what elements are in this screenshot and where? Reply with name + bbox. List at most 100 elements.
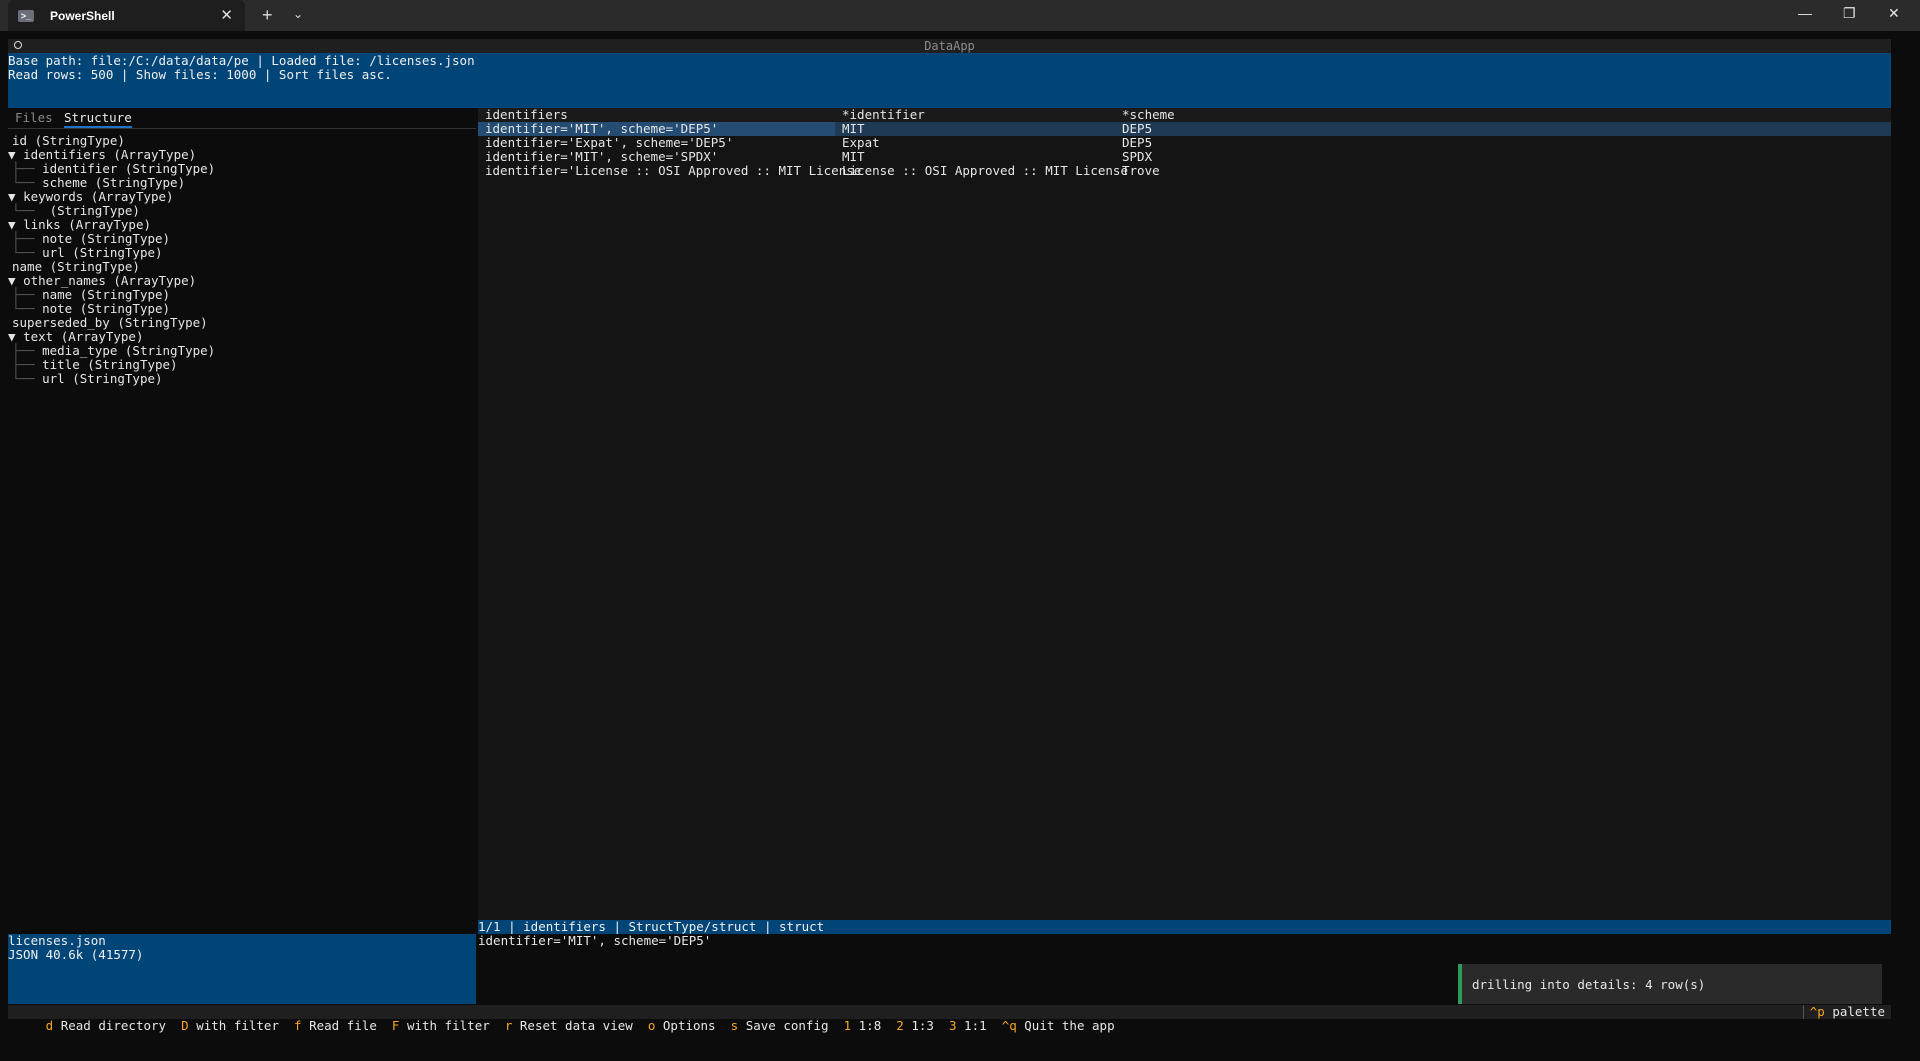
tree-node[interactable]: └── note (StringType) (8, 302, 215, 316)
tree-node[interactable]: ▼ links (ArrayType) (8, 218, 215, 232)
new-tab-button[interactable]: + (262, 5, 273, 26)
footer-key-binding[interactable]: F with filter (392, 1018, 490, 1033)
table-cell[interactable]: Expat (842, 136, 880, 150)
terminal-titlebar: >_ PowerShell ✕ + ⌄ — ❐ ✕ (0, 0, 1920, 31)
tab-dropdown-icon[interactable]: ⌄ (293, 7, 303, 21)
tree-node-label: (StringType) (42, 203, 140, 218)
table-cell[interactable]: identifier='Expat', scheme='DEP5' (478, 136, 835, 150)
tab-files[interactable]: Files (15, 110, 53, 125)
table-cell[interactable]: MIT (842, 150, 865, 164)
footer-key-binding[interactable]: ^q Quit the app (1002, 1018, 1115, 1033)
table-cell[interactable]: DEP5 (1122, 122, 1152, 136)
app-titlebar: DataApp (8, 39, 1891, 53)
tree-node-label: superseded_by (StringType) (12, 315, 208, 330)
tree-node[interactable]: ├── title (StringType) (8, 358, 215, 372)
tree-node[interactable]: └── url (StringType) (8, 246, 215, 260)
powershell-icon: >_ (18, 9, 34, 22)
footer-key-binding[interactable]: 2 1:3 (896, 1018, 934, 1033)
tree-node-label: note (StringType) (42, 231, 171, 246)
tree-node[interactable]: ▼ other_names (ArrayType) (8, 274, 215, 288)
minimize-button[interactable]: — (1798, 5, 1812, 21)
close-window-button[interactable]: ✕ (1888, 5, 1900, 22)
file-info-panel: licenses.json JSON 40.6k (41577) (8, 934, 476, 1004)
table-row[interactable]: identifier='Expat', scheme='DEP5' Expat DE… (478, 136, 1891, 150)
tree-node[interactable]: └── (StringType) (8, 204, 215, 218)
footer-key-binding[interactable]: d Read directory (46, 1018, 166, 1033)
tree-node[interactable]: ├── note (StringType) (8, 232, 215, 246)
table-row[interactable]: identifier='License :: OSI Approved :: M… (478, 164, 1891, 178)
column-header[interactable]: identifiers (485, 108, 568, 122)
tree-node[interactable]: └── scheme (StringType) (8, 176, 215, 190)
tree-node[interactable]: superseded_by (StringType) (8, 316, 215, 330)
tree-node[interactable]: name (StringType) (8, 260, 215, 274)
tab-close-icon[interactable]: ✕ (220, 6, 233, 24)
tree-branch: ├── (12, 161, 43, 176)
left-tabs: Files Structure (8, 108, 476, 129)
expand-arrow-icon: ▼ (8, 329, 24, 344)
tree-node[interactable]: ▼ text (ArrayType) (8, 330, 215, 344)
footer-key-binding[interactable]: D with filter (181, 1018, 279, 1033)
data-grid: identifiers *identifier *scheme identifi… (478, 108, 1891, 934)
table-row[interactable]: identifier='MIT', scheme='DEP5' MIT DEP5 (478, 122, 1891, 136)
table-cell[interactable]: Trove (1122, 164, 1160, 178)
tree-branch: ├── (12, 357, 43, 372)
footer-key-binding[interactable]: f Read file (294, 1018, 377, 1033)
command-palette-shortcut[interactable]: ^p palette (1802, 1005, 1885, 1019)
data-app: DataApp Base path: file:/C:/data/data/pe… (8, 39, 1891, 1033)
structure-tree: id (StringType) ▼ identifiers (ArrayType)… (8, 134, 215, 386)
column-header[interactable]: *scheme (1122, 108, 1175, 122)
tree-node[interactable]: ├── media_type (StringType) (8, 344, 215, 358)
table-cell[interactable]: identifier='License :: OSI Approved :: M… (478, 164, 861, 178)
maximize-button[interactable]: ❐ (1843, 5, 1856, 22)
tree-node-label: media_type (StringType) (42, 343, 216, 358)
tree-node[interactable]: ├── name (StringType) (8, 288, 215, 302)
notification-toast: drilling into details: 4 row(s) (1458, 964, 1882, 1004)
table-cell[interactable]: License :: OSI Approved :: MIT License (842, 164, 1128, 178)
tree-node-label: scheme (StringType) (42, 175, 186, 190)
tab-title: PowerShell (50, 8, 115, 23)
footer-key-binding[interactable]: s Save config (731, 1018, 829, 1033)
tree-branch: └── (12, 175, 43, 190)
tree-branch: ├── (12, 287, 43, 302)
file-name: licenses.json (8, 933, 106, 948)
tree-node-label: name (StringType) (12, 259, 140, 274)
tree-branch: ├── (12, 231, 43, 246)
tree-node[interactable]: ▼ keywords (ArrayType) (8, 190, 215, 204)
tree-node-label: name (StringType) (42, 287, 171, 302)
tree-node-label: note (StringType) (42, 301, 171, 316)
table-cell[interactable]: identifier='MIT', scheme='SPDX' (478, 150, 835, 164)
app-title: DataApp (924, 39, 975, 53)
footer-key-binding[interactable]: 3 1:1 (949, 1018, 987, 1033)
tree-node[interactable]: id (StringType) (8, 134, 215, 148)
tree-node-label: url (StringType) (42, 371, 163, 386)
expand-arrow-icon: ▼ (8, 273, 24, 288)
header-line-2: Read rows: 500 | Show files: 1000 | Sort… (8, 67, 392, 82)
header-line-1: Base path: file:/C:/data/data/pe | Loade… (8, 53, 475, 68)
tree-node[interactable]: ▼ identifiers (ArrayType) (8, 148, 215, 162)
tree-branch: └── (12, 245, 43, 260)
tab-structure[interactable]: Structure (64, 110, 132, 128)
tree-node-label: links (ArrayType) (23, 217, 151, 232)
table-cell[interactable]: SPDX (1122, 150, 1152, 164)
table-row[interactable]: identifier='MIT', scheme='SPDX' MIT SPDX (478, 150, 1891, 164)
tree-branch: └── (12, 203, 43, 218)
tree-node[interactable]: └── url (StringType) (8, 372, 215, 386)
column-header[interactable]: *identifier (842, 108, 925, 122)
footer-key-binding[interactable]: o Options (648, 1018, 716, 1033)
footer-key-binding[interactable]: 1 1:8 (844, 1018, 882, 1033)
tree-node-label: other_names (ArrayType) (23, 273, 197, 288)
tree-branch: ├── (12, 343, 43, 358)
table-cell[interactable]: identifier='MIT', scheme='DEP5' (478, 122, 835, 136)
tree-branch: └── (12, 301, 43, 316)
tree-node[interactable]: ├── identifier (StringType) (8, 162, 215, 176)
tree-node-label: text (ArrayType) (23, 329, 144, 344)
table-cell[interactable]: DEP5 (1122, 136, 1152, 150)
expand-arrow-icon: ▼ (8, 189, 24, 204)
tree-node-label: identifier (StringType) (42, 161, 216, 176)
tab-powershell[interactable]: >_ PowerShell ✕ (8, 0, 245, 31)
table-cell[interactable]: MIT (842, 122, 865, 136)
grid-header: identifiers *identifier *scheme (478, 108, 1891, 122)
footer-key-binding[interactable]: r Reset data view (505, 1018, 633, 1033)
toast-message: drilling into details: 4 row(s) (1472, 977, 1706, 992)
app-header: Base path: file:/C:/data/data/pe | Loade… (8, 53, 1891, 108)
